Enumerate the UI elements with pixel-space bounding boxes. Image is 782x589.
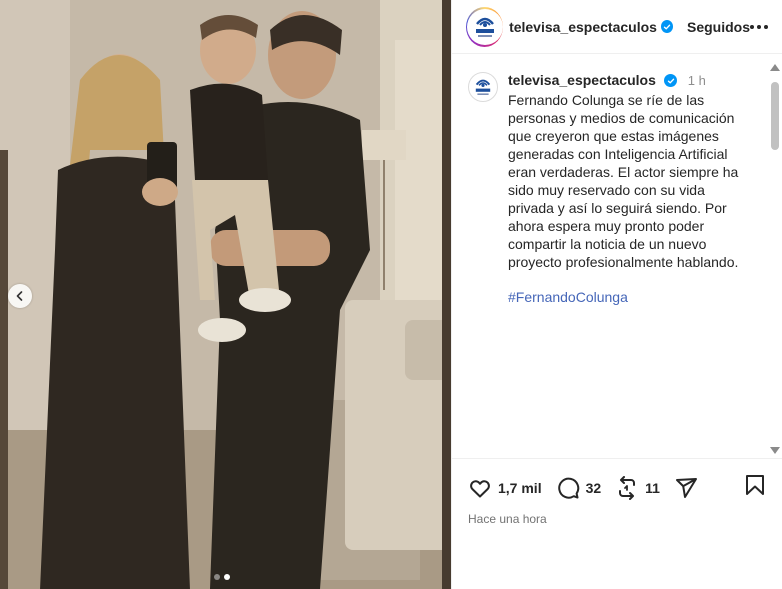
comment-button[interactable]: 32 xyxy=(556,476,602,500)
scroll-down-arrow[interactable] xyxy=(770,447,780,454)
post-caption: Fernando Colunga se ríe de las personas … xyxy=(508,92,739,270)
action-bar: 1,7 mil 32 11 Hace una hora xyxy=(452,458,782,526)
share-icon xyxy=(675,477,697,498)
carousel-dot xyxy=(214,574,220,580)
scroll-thumb[interactable] xyxy=(771,82,779,150)
post-timestamp[interactable]: Hace una hora xyxy=(468,512,767,526)
repost-button[interactable]: 11 xyxy=(615,475,660,500)
more-options-button[interactable] xyxy=(750,24,768,29)
carousel-prev-button[interactable] xyxy=(8,284,32,308)
like-button[interactable]: 1,7 mil xyxy=(468,476,542,500)
post-details-panel: televisa_espectaculos Seguidos televisa_… xyxy=(451,0,782,589)
carousel-dot-active xyxy=(224,574,230,580)
post-age[interactable]: 1 h xyxy=(688,73,706,88)
bookmark-icon xyxy=(746,475,764,495)
verified-icon xyxy=(664,74,678,88)
chevron-left-icon xyxy=(16,291,23,301)
like-count[interactable]: 1,7 mil xyxy=(498,480,542,496)
verified-icon xyxy=(660,20,673,33)
save-button[interactable] xyxy=(743,473,767,502)
caption-username[interactable]: televisa_espectaculos xyxy=(508,72,656,88)
carousel-indicator xyxy=(214,574,230,580)
caption-section: televisa_espectaculos 1 h Fernando Colun… xyxy=(452,60,770,454)
scroll-up-arrow[interactable] xyxy=(770,64,780,71)
caption-scrollbar[interactable] xyxy=(768,60,782,456)
post-photo xyxy=(0,0,451,589)
more-icon xyxy=(750,24,754,29)
televisa-logo-icon xyxy=(475,79,491,95)
comment-icon xyxy=(557,477,579,499)
repost-icon xyxy=(619,475,636,500)
caption-avatar[interactable] xyxy=(468,72,498,102)
post-media[interactable] xyxy=(0,0,451,589)
post-header: televisa_espectaculos Seguidos xyxy=(452,0,782,54)
avatar[interactable] xyxy=(466,6,504,47)
repost-count[interactable]: 11 xyxy=(645,480,660,496)
share-button[interactable] xyxy=(674,476,698,500)
following-button[interactable]: Seguidos xyxy=(687,19,750,35)
heart-icon xyxy=(470,479,490,497)
comment-count[interactable]: 32 xyxy=(586,480,602,496)
hashtag-link[interactable]: #FernandoColunga xyxy=(508,289,748,305)
televisa-logo-icon xyxy=(475,17,494,37)
account-username[interactable]: televisa_espectaculos xyxy=(509,19,657,35)
logo-container xyxy=(466,8,503,45)
